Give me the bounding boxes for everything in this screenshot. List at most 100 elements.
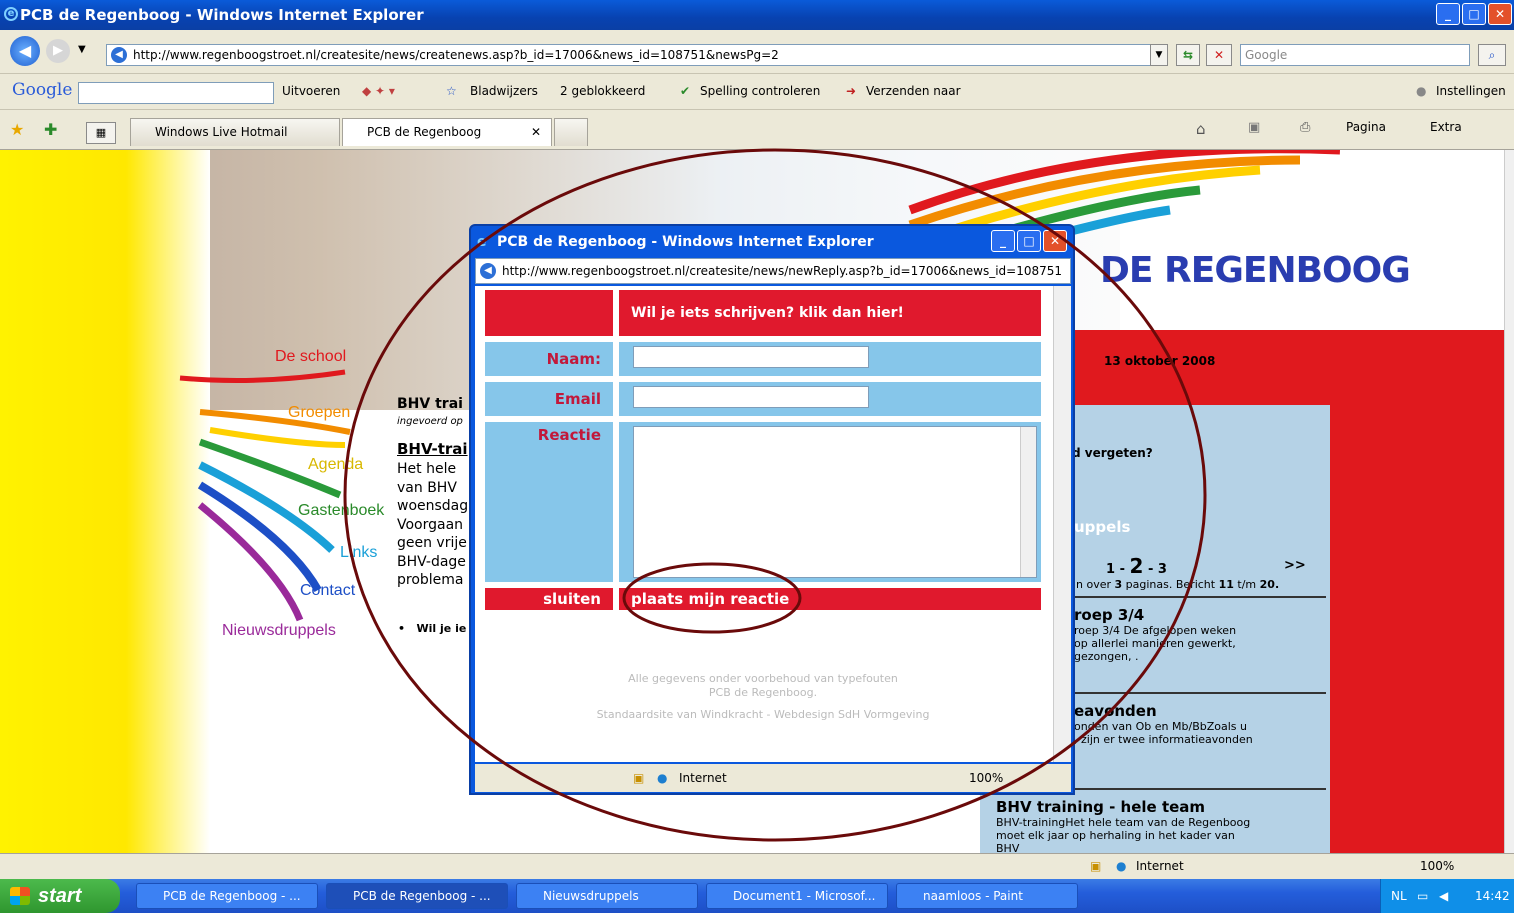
nav-nieuwsdruppels[interactable]: Nieuwsdruppels	[222, 622, 336, 640]
article-line: van BHV	[397, 479, 457, 496]
search-icon[interactable]: ⌕	[1478, 44, 1506, 66]
task-word[interactable]: Document1 - Microsof...	[706, 883, 888, 909]
email-input[interactable]	[633, 386, 869, 408]
zoom-level[interactable]: 100%	[1420, 859, 1454, 873]
article-line: Voorgaan	[397, 516, 464, 533]
favorites-star-icon[interactable]: ★	[10, 120, 24, 139]
pager-next[interactable]: >>	[1284, 558, 1306, 573]
tab-label: PCB de Regenboog	[367, 125, 482, 139]
nav-deschool[interactable]: De school	[275, 348, 346, 366]
name-input[interactable]	[633, 346, 869, 368]
globe-icon: ●	[1116, 859, 1127, 873]
pager-info-text: paginas. Bericht	[1125, 578, 1216, 591]
textarea-scrollbar[interactable]	[1020, 427, 1036, 577]
nav-gastenboek[interactable]: Gastenboek	[298, 502, 384, 520]
feeds-icon[interactable]: ▣	[1248, 120, 1260, 135]
new-tab-button[interactable]	[554, 118, 588, 146]
popup-scrollbar[interactable]	[1053, 286, 1071, 762]
extra-menu[interactable]: Extra	[1430, 120, 1462, 134]
refresh-icon[interactable]: ⇆	[1176, 44, 1200, 66]
date-label: 13 oktober 2008	[1104, 354, 1216, 368]
page-scrollbar[interactable]	[1504, 150, 1514, 853]
tab-regenboog[interactable]: PCB de Regenboog ✕	[342, 118, 552, 146]
maximize-button[interactable]: □	[1462, 3, 1486, 25]
forgot-link[interactable]: d vergeten?	[1072, 446, 1153, 460]
pager-info-text: t/m	[1237, 578, 1257, 591]
history-dropdown-icon[interactable]: ▼	[78, 44, 86, 55]
url-dropdown-icon[interactable]: ▼	[1150, 44, 1168, 66]
tray-arrow-icon[interactable]: ◀	[1439, 879, 1448, 913]
news-item-text: onden van Ob en Mb/BbZoals u	[1074, 720, 1247, 733]
spellcheck-button[interactable]: Spelling controleren	[700, 84, 820, 98]
send-icon: ➜	[846, 84, 857, 98]
settings-button[interactable]: Instellingen	[1436, 84, 1506, 98]
url-input[interactable]: ◀ http://www.regenboogstroet.nl/createsi…	[106, 44, 1168, 66]
divider	[1060, 596, 1326, 598]
popup-minimize-button[interactable]: _	[991, 230, 1015, 252]
footer-disclaimer: Alle gegevens onder voorbehoud van typef…	[628, 672, 898, 685]
popup-status-bar: ▣ ● Internet 100%	[475, 764, 1071, 792]
nav-links[interactable]: Links	[340, 544, 377, 562]
stop-icon[interactable]: ✕	[1206, 44, 1232, 66]
form-header-left	[485, 290, 613, 336]
system-tray: NL ▭ ◀ 14:42	[1380, 879, 1514, 913]
bookmarks-button[interactable]: Bladwijzers	[470, 84, 538, 98]
nav-agenda[interactable]: Agenda	[308, 456, 363, 474]
status-bar: ▣ ● Internet 100%	[0, 853, 1514, 879]
news-item-text: , zijn er twee informatieavonden	[1074, 733, 1253, 746]
google-search-input[interactable]	[78, 82, 274, 104]
news-item[interactable]: BHV training - hele team BHV-trainingHet…	[996, 798, 1250, 853]
print-icon[interactable]: ⎙	[1300, 120, 1310, 135]
task-ie-2[interactable]: PCB de Regenboog - ...	[326, 883, 508, 909]
popup-url-field[interactable]: ◀ http://www.regenboogstroet.nl/createsi…	[475, 258, 1071, 284]
tab-close-icon[interactable]: ✕	[531, 119, 541, 145]
submit-link[interactable]: plaats mijn reactie	[619, 588, 1041, 610]
close-button[interactable]: ✕	[1488, 3, 1512, 25]
start-button[interactable]: start	[0, 879, 120, 913]
reply-textarea[interactable]	[633, 426, 1037, 578]
globe-icon: ●	[657, 771, 668, 785]
popup-close-button[interactable]: ✕	[1043, 230, 1067, 252]
pager-to: 20.	[1259, 578, 1280, 591]
pager-page-3[interactable]: 3	[1158, 562, 1167, 577]
send-button[interactable]: Verzenden naar	[866, 84, 961, 98]
reply-label: Reactie	[485, 422, 613, 582]
popup-maximize-button[interactable]: □	[1017, 230, 1041, 252]
tab-bar: ★ ✚ ▦ Windows Live Hotmail PCB de Regenb…	[0, 110, 1514, 150]
popup-zoom[interactable]: 100%	[969, 764, 1003, 792]
minimize-button[interactable]: _	[1436, 3, 1460, 25]
toolbar-icons[interactable]: ◆ ✦ ▾	[362, 84, 395, 98]
add-favorite-icon[interactable]: ✚	[44, 120, 57, 139]
language-indicator[interactable]: NL	[1391, 879, 1407, 913]
news-item[interactable]: roep 3/4 roep 3/4 De afgelopen weken op …	[1074, 606, 1236, 663]
tab-hotmail[interactable]: Windows Live Hotmail	[130, 118, 340, 146]
taskbar: start PCB de Regenboog - ... PCB de Rege…	[0, 879, 1514, 913]
news-item-title: BHV training - hele team	[996, 798, 1206, 816]
window-controls: _ □ ✕	[1436, 3, 1512, 25]
home-icon[interactable]: ⌂	[1196, 120, 1206, 138]
nav-groepen[interactable]: Groepen	[288, 404, 350, 422]
task-ie-1[interactable]: PCB de Regenboog - ...	[136, 883, 318, 909]
forward-button[interactable]: ▶	[46, 39, 70, 63]
close-link[interactable]: sluiten	[485, 588, 613, 610]
article-bullet[interactable]: • Wil je ie	[398, 622, 466, 635]
popup-title: PCB de Regenboog - Windows Internet Expl…	[497, 234, 874, 250]
clock: 14:42	[1475, 889, 1510, 903]
task-folder[interactable]: Nieuwsdruppels	[516, 883, 698, 909]
news-item-text: op allerlei manieren gewerkt,	[1074, 637, 1236, 650]
email-cell	[619, 382, 1041, 416]
keyboard-icon: ▭	[1417, 889, 1429, 903]
quick-tabs-icon[interactable]: ▦	[86, 122, 116, 144]
star-icon: ☆	[446, 84, 457, 98]
page-menu[interactable]: Pagina	[1346, 120, 1386, 134]
bullet-text: Wil je ie	[416, 622, 467, 635]
run-button[interactable]: Uitvoeren	[282, 84, 340, 98]
news-item-text: BHV	[996, 842, 1020, 853]
back-button[interactable]: ◀	[10, 36, 40, 66]
search-input[interactable]: Google	[1240, 44, 1470, 66]
task-paint[interactable]: naamloos - Paint	[896, 883, 1078, 909]
nav-contact[interactable]: Contact	[300, 582, 355, 600]
blocked-button[interactable]: 2 geblokkeerd	[560, 84, 645, 98]
news-item[interactable]: eavonden onden van Ob en Mb/BbZoals u , …	[1074, 702, 1253, 746]
pager-page-1[interactable]: 1	[1106, 562, 1115, 577]
